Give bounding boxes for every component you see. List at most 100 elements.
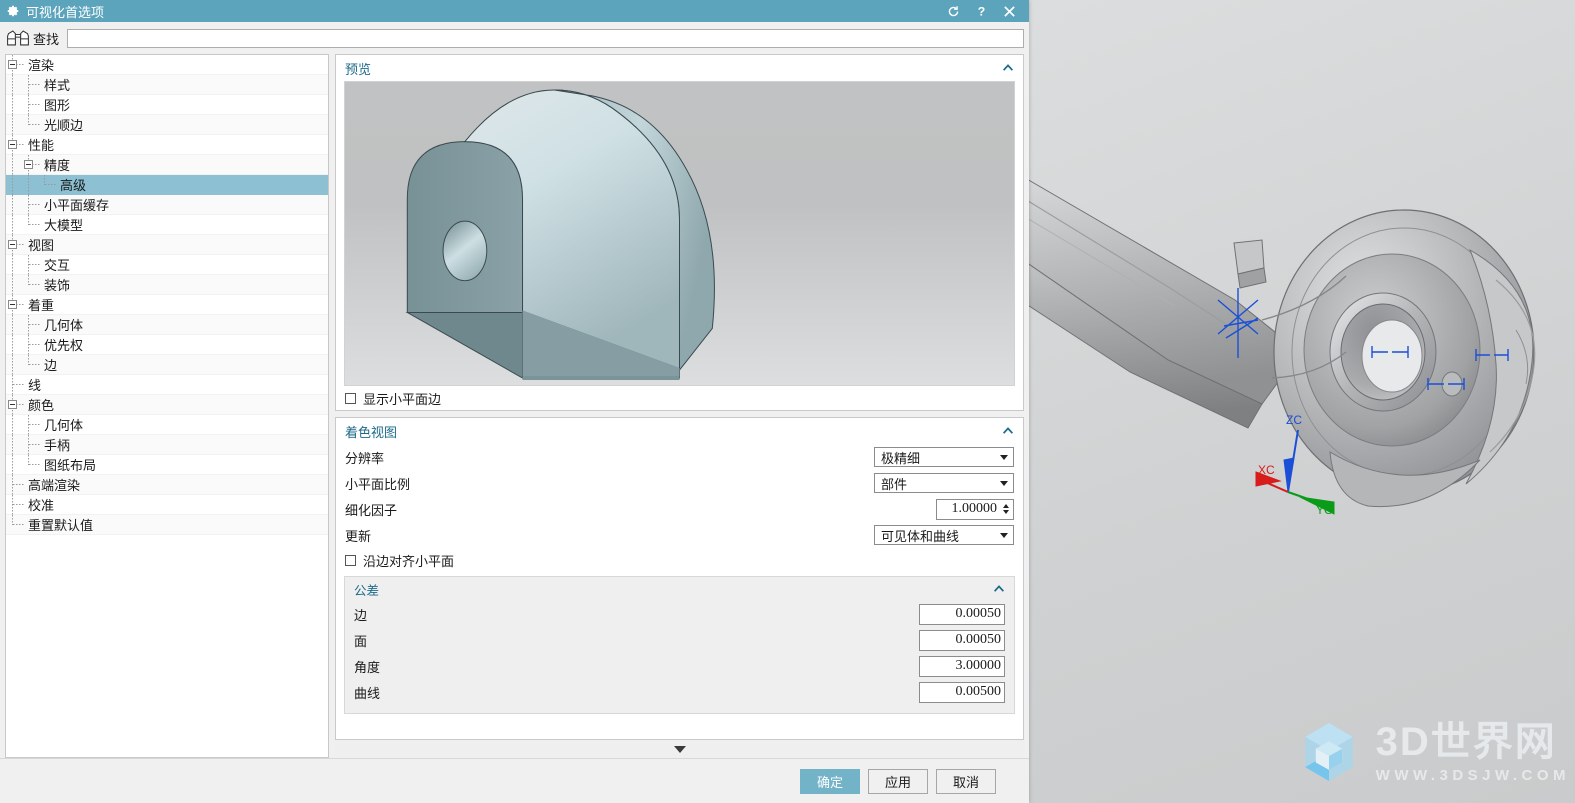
chevron-up-icon[interactable] [1002,504,1009,508]
spinner-arrows[interactable] [1000,504,1013,514]
tree-item-0[interactable]: 渲染 [6,55,328,75]
tolerance-row: 面 0.00050 [345,627,1014,653]
shaded-field-row: 分辨率 极精细 [336,444,1023,470]
tree-item-18[interactable]: 几何体 [6,414,328,435]
show-facet-edges-row[interactable]: 显示小平面边 [336,386,1023,410]
preview-section: 预览 显示小平面边 [335,54,1024,411]
help-icon[interactable]: ? [974,4,989,19]
tolerance-input-2[interactable]: 3.00000 [919,655,1005,677]
tolerance-label: 面 [354,633,368,649]
binoculars-icon [7,30,29,46]
tree-collapse-toggle[interactable] [8,59,17,69]
tree-item-6[interactable]: 高级 [6,174,328,195]
shaded-field-row: 更新 可见体和曲线 [336,522,1023,548]
show-facet-edges-checkbox[interactable] [345,392,356,404]
chevron-up-icon[interactable] [1001,424,1015,438]
tree-item-4[interactable]: 性能 [6,134,328,155]
tree-indent-guides [6,334,42,355]
tree-item-label: 图纸布局 [44,458,97,473]
chevron-up-icon[interactable] [1001,61,1015,75]
tree-item-21[interactable]: 高端渲染 [6,474,328,495]
tolerance-title: 公差 [354,583,380,598]
tree-item-19[interactable]: 手柄 [6,434,328,455]
tree-indent-guides [6,374,26,395]
shaded-field-row: 细化因子 1.00000 [336,496,1023,522]
tree-indent-guides [6,414,42,435]
show-facet-edges-label: 显示小平面边 [363,391,442,407]
screen: ZC XC YC 3D世界网 WWW.3DSJW.COM 可视化首选项 ? 查找… [0,0,1575,803]
tree-indent-guides [6,494,26,515]
tree-collapse-toggle[interactable] [8,299,17,309]
close-icon[interactable] [1002,4,1017,19]
tree-item-17[interactable]: 颜色 [6,394,328,415]
title-bar: 可视化首选项 ? [0,0,1029,22]
tree-indent-guides [6,194,42,215]
tree-item-label: 交互 [44,258,71,273]
field-label: 小平面比例 [345,476,411,492]
tree-item-label: 装饰 [44,278,71,293]
shaded-view-header[interactable]: 着色视图 [336,418,1023,444]
preview-viewport[interactable] [344,81,1015,386]
tree-item-23[interactable]: 重置默认值 [6,514,328,535]
expand-more-button[interactable] [335,740,1024,758]
tree-item-label: 光顺边 [44,118,84,133]
cancel-button[interactable]: 取消 [936,768,996,794]
chevron-down-icon [1000,454,1008,460]
tree-item-9[interactable]: 视图 [6,234,328,255]
tree-indent-guides [6,214,42,235]
tree-item-label: 几何体 [44,318,84,333]
ok-button[interactable]: 确定 [800,768,860,794]
tree-collapse-toggle[interactable] [8,139,17,149]
tolerance-header[interactable]: 公差 [345,577,1014,601]
tree-collapse-toggle[interactable] [24,159,33,169]
tree-indent-guides [6,514,26,535]
tree-item-10[interactable]: 交互 [6,254,328,275]
align-facets-row[interactable]: 沿边对齐小平面 [336,548,1023,572]
tree-item-label: 重置默认值 [28,518,94,533]
find-input[interactable] [67,28,1024,48]
preview-header[interactable]: 预览 [336,55,1023,81]
tree-item-14[interactable]: 优先权 [6,334,328,355]
tree-item-20[interactable]: 图纸布局 [6,454,328,475]
align-facets-checkbox[interactable] [345,554,356,566]
tree-item-8[interactable]: 大模型 [6,214,328,235]
watermark-url: WWW.3DSJW.COM [1375,766,1570,784]
tree-indent-guides [6,154,42,175]
tree-item-1[interactable]: 样式 [6,74,328,95]
window-title: 可视化首选项 [26,4,105,20]
chevron-up-icon[interactable] [992,582,1006,596]
dropdown-value: 极精细 [881,450,921,466]
spinner-2[interactable]: 1.00000 [936,498,1014,520]
tree-indent-guides [6,314,42,335]
tolerance-input-3[interactable]: 0.00500 [919,681,1005,703]
dropdown-0[interactable]: 极精细 [874,447,1014,467]
preferences-tree[interactable]: 渲染 样式 图形 光顺边 性能 精度 高级 小平面缓存 大模型 视图 交互 装饰 着重 几何体 优先权边线颜… [5,54,329,758]
tree-item-13[interactable]: 几何体 [6,314,328,335]
tree-item-22[interactable]: 校准 [6,494,328,515]
tree-collapse-toggle[interactable] [8,239,17,249]
apply-button[interactable]: 应用 [868,768,928,794]
tree-item-2[interactable]: 图形 [6,94,328,115]
tree-item-12[interactable]: 着重 [6,294,328,315]
dropdown-1[interactable]: 部件 [874,473,1014,493]
preview-title: 预览 [345,61,372,77]
chevron-down-icon[interactable] [1002,510,1009,514]
dropdown-value: 部件 [881,476,908,492]
chevron-down-icon [1000,532,1008,538]
tolerance-input-0[interactable]: 0.00050 [919,603,1005,625]
tolerance-row: 曲线 0.00500 [345,679,1014,705]
watermark-logo-icon [1304,722,1353,782]
tree-item-16[interactable]: 线 [6,374,328,395]
tree-item-5[interactable]: 精度 [6,154,328,175]
tree-item-3[interactable]: 光顺边 [6,114,328,135]
field-label: 更新 [345,528,372,544]
tree-item-15[interactable]: 边 [6,354,328,375]
visualization-preferences-dialog: 可视化首选项 ? 查找 渲染 样式 图形 光顺边 性能 精度 高级 小平面缓存 … [0,0,1029,803]
svg-text:?: ? [978,4,985,18]
tree-item-11[interactable]: 装饰 [6,274,328,295]
tolerance-input-1[interactable]: 0.00050 [919,629,1005,651]
reset-icon[interactable] [946,4,961,19]
tree-collapse-toggle[interactable] [8,399,17,409]
dropdown-3[interactable]: 可见体和曲线 [874,525,1014,545]
tree-item-7[interactable]: 小平面缓存 [6,194,328,215]
